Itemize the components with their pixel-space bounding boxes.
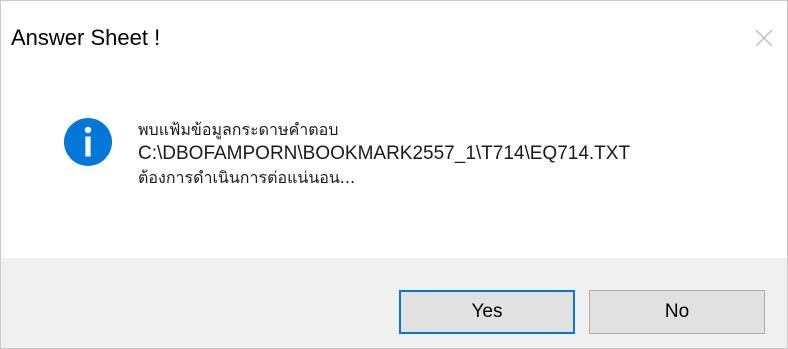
- message-dialog: Answer Sheet ! พบแฟ้มข้อมูลกระดาษคำตอบ C…: [0, 0, 788, 349]
- message-file-path: C:\DBOFAMPORN\BOOKMARK2557_1\T714\EQ714.…: [138, 143, 631, 164]
- no-button[interactable]: No: [589, 290, 765, 334]
- yes-button[interactable]: Yes: [399, 290, 575, 334]
- message-line-1: พบแฟ้มข้อมูลกระดาษคำตอบ: [138, 120, 339, 139]
- dialog-content: พบแฟ้มข้อมูลกระดาษคำตอบ C:\DBOFAMPORN\BO…: [1, 77, 787, 258]
- dialog-message: พบแฟ้มข้อมูลกระดาษคำตอบ C:\DBOFAMPORN\BO…: [138, 119, 630, 189]
- close-icon: [755, 29, 773, 47]
- title-bar: Answer Sheet !: [1, 1, 787, 77]
- message-line-3: ต้องการดำเนินการต่อแน่นอน...: [138, 168, 356, 187]
- dialog-title: Answer Sheet !: [11, 25, 161, 50]
- close-button[interactable]: [743, 21, 787, 55]
- info-icon: [64, 118, 112, 166]
- button-bar: Yes No: [1, 258, 787, 348]
